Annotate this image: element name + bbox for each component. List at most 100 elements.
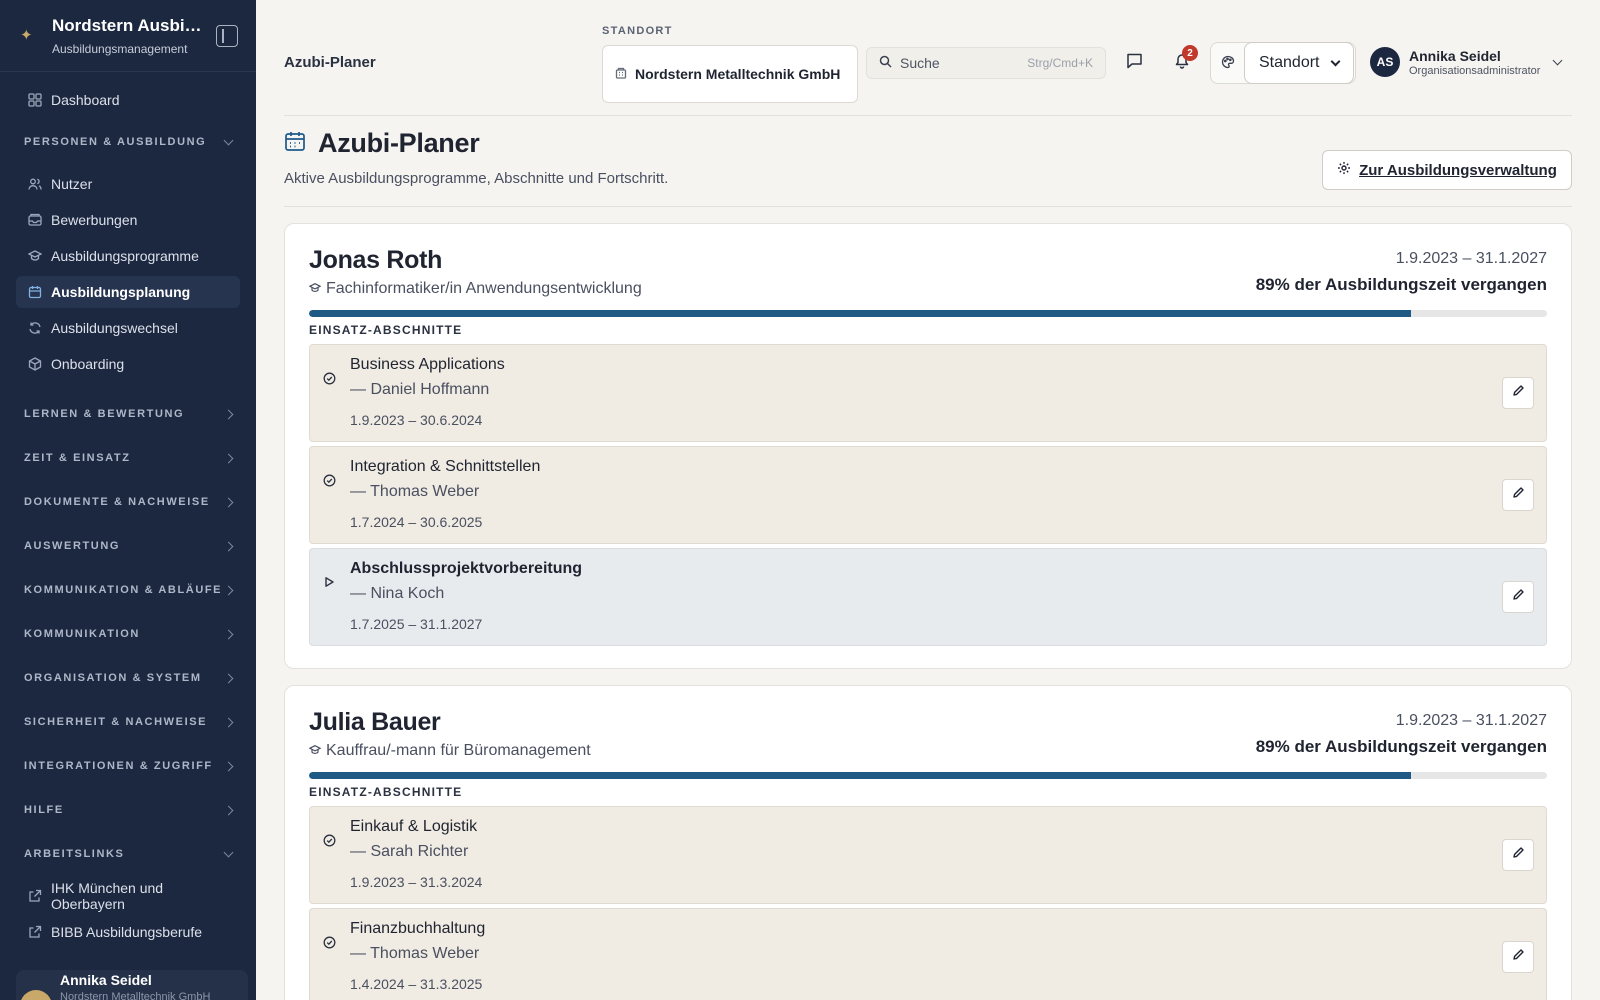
calendar-icon bbox=[28, 285, 42, 299]
sidebar-user-card[interactable]: AS Annika Seidel Nordstern Metalltechnik… bbox=[16, 970, 248, 1000]
sidebar-item-dashboard[interactable]: Dashboard bbox=[16, 84, 240, 116]
sparkle-logo-icon: ✦ bbox=[20, 26, 33, 44]
progress-bar-fill bbox=[309, 310, 1411, 317]
sidebar-item-nutzer[interactable]: Nutzer bbox=[16, 168, 240, 200]
sidebar-item-onboarding[interactable]: Onboarding bbox=[16, 348, 240, 380]
sidebar-item-label: Nutzer bbox=[51, 176, 93, 192]
trainee-progress-text: 89% der Ausbildungszeit vergangen bbox=[1255, 737, 1547, 756]
graduation-cap-icon bbox=[308, 282, 322, 297]
segment-item: Finanzbuchhaltung — Thomas Weber 1.4.202… bbox=[309, 908, 1547, 1000]
theme-select-value: Standort bbox=[1259, 54, 1320, 71]
sidebar-group-label: HILFE bbox=[24, 804, 64, 816]
gear-icon bbox=[1337, 161, 1351, 179]
standort-select[interactable]: Nordstern Metalltechnik GmbH bbox=[602, 45, 858, 103]
sidebar-group-auswertung[interactable]: AUSWERTUNG bbox=[16, 524, 240, 568]
sidebar-link-bibb[interactable]: BIBB Ausbildungsberufe bbox=[16, 916, 240, 948]
sidebar-group-integrationen[interactable]: INTEGRATIONEN & ZUGRIFF bbox=[16, 744, 240, 788]
avatar: AS bbox=[1370, 47, 1400, 77]
brand: ✦ Nordstern Ausbildungsakademie Ausbildu… bbox=[0, 0, 256, 72]
sidebar-group-dokumente[interactable]: DOKUMENTE & NACHWEISE bbox=[16, 480, 240, 524]
message-square-icon bbox=[1126, 52, 1143, 74]
sidebar-item-ausbildungsprogramme[interactable]: Ausbildungsprogramme bbox=[16, 240, 240, 272]
search-input[interactable]: Suche Strg/Cmd+K bbox=[866, 47, 1106, 79]
package-icon bbox=[28, 357, 42, 371]
segment-item: Integration & Schnittstellen — Thomas We… bbox=[309, 446, 1547, 544]
palette-icon bbox=[1221, 55, 1235, 74]
ausbildungsverwaltung-label: Zur Ausbildungsverwaltung bbox=[1359, 161, 1557, 179]
sidebar-link-ihk[interactable]: IHK München und Oberbayern bbox=[16, 880, 240, 912]
sidebar-group-zeit[interactable]: ZEIT & EINSATZ bbox=[16, 436, 240, 480]
sidebar-group-label: SICHERHEIT & NACHWEISE bbox=[24, 716, 208, 728]
external-link-icon bbox=[28, 925, 42, 939]
check-circle-icon bbox=[322, 935, 336, 949]
sidebar: ✦ Nordstern Ausbildungsakademie Ausbildu… bbox=[0, 0, 256, 1000]
theme-select[interactable]: Standort bbox=[1244, 42, 1354, 84]
chevron-right-icon bbox=[223, 805, 234, 815]
ausbildungsverwaltung-button[interactable]: Zur Ausbildungsverwaltung bbox=[1322, 150, 1572, 190]
edit-segment-button[interactable] bbox=[1502, 479, 1534, 511]
graduation-cap-icon bbox=[28, 249, 42, 263]
pencil-icon bbox=[1512, 948, 1525, 966]
sidebar-item-label: IHK München und Oberbayern bbox=[51, 880, 164, 912]
edit-segment-button[interactable] bbox=[1502, 581, 1534, 613]
play-icon bbox=[322, 575, 336, 589]
notifications-button[interactable]: 2 bbox=[1166, 45, 1198, 79]
sidebar-group-sicherheit[interactable]: SICHERHEIT & NACHWEISE bbox=[16, 700, 240, 744]
sidebar-group-personen[interactable]: PERSONEN & AUSBILDUNG bbox=[16, 120, 240, 164]
header-divider bbox=[284, 115, 1572, 116]
segment-mentor: — Thomas Weber bbox=[350, 483, 480, 500]
trainee-card: Julia Bauer Kauffrau/-mann für Büromanag… bbox=[284, 685, 1572, 1000]
sidebar-item-bewerbungen[interactable]: Bewerbungen bbox=[16, 204, 240, 236]
sidebar-item-label: BIBB Ausbildungsberufe bbox=[51, 924, 202, 940]
edit-segment-button[interactable] bbox=[1502, 941, 1534, 973]
trainee-dates: 1.9.2023 – 31.1.2027 bbox=[1395, 250, 1547, 267]
brand-title: Nordstern Ausbildungsakademie bbox=[52, 15, 202, 35]
inbox-icon bbox=[28, 213, 42, 227]
trainee-name: Jonas Roth bbox=[309, 246, 443, 274]
segment-item: Einkauf & Logistik — Sarah Richter 1.9.2… bbox=[309, 806, 1547, 904]
progress-bar bbox=[309, 310, 1547, 317]
edit-segment-button[interactable] bbox=[1502, 839, 1534, 871]
trainee-program: Fachinformatiker/in Anwendungsentwicklun… bbox=[308, 280, 642, 298]
sidebar-collapse-icon[interactable] bbox=[216, 24, 238, 47]
edit-segment-button[interactable] bbox=[1502, 377, 1534, 409]
calendar-icon bbox=[284, 130, 306, 157]
sidebar-group-organisation[interactable]: ORGANISATION & SYSTEM bbox=[16, 656, 240, 700]
segment-title: Integration & Schnittstellen bbox=[350, 458, 541, 475]
sidebar-group-arbeitslinks[interactable]: ARBEITSLINKS bbox=[16, 832, 240, 876]
sidebar-group-kommunikation[interactable]: KOMMUNIKATION bbox=[16, 612, 240, 656]
standort-value: Nordstern Metalltechnik GmbH bbox=[635, 66, 841, 82]
sidebar-item-label: Bewerbungen bbox=[51, 212, 138, 228]
segment-mentor: — Sarah Richter bbox=[350, 843, 469, 860]
pencil-icon bbox=[1512, 846, 1525, 864]
chevron-right-icon bbox=[223, 453, 234, 463]
page-title: Azubi-Planer bbox=[284, 128, 480, 159]
building-icon bbox=[615, 67, 627, 82]
check-circle-icon bbox=[322, 833, 336, 847]
avatar: AS bbox=[20, 990, 52, 1000]
sidebar-group-label: ARBEITSLINKS bbox=[24, 848, 125, 860]
progress-bar bbox=[309, 772, 1547, 779]
trainee-name: Julia Bauer bbox=[309, 708, 441, 736]
messages-button[interactable] bbox=[1118, 47, 1150, 79]
sidebar-item-ausbildungswechsel[interactable]: Ausbildungswechsel bbox=[16, 312, 240, 344]
trainee-dates: 1.9.2023 – 31.1.2027 bbox=[1395, 712, 1547, 729]
sidebar-group-kommunikation-ablaeufe[interactable]: KOMMUNIKATION & ABLÄUFE bbox=[16, 568, 240, 612]
search-placeholder: Suche bbox=[900, 55, 940, 71]
segment-dates: 1.7.2025 – 31.1.2027 bbox=[350, 616, 483, 632]
pencil-icon bbox=[1512, 384, 1525, 402]
sidebar-user-name: Annika Seidel bbox=[60, 972, 152, 988]
notification-badge: 2 bbox=[1182, 45, 1198, 61]
sidebar-item-label: Onboarding bbox=[51, 356, 125, 372]
segment-mentor: — Nina Koch bbox=[350, 585, 445, 602]
user-menu[interactable]: AS Annika Seidel Organisationsadministra… bbox=[1370, 47, 1563, 77]
segment-dates: 1.4.2024 – 31.3.2025 bbox=[350, 976, 483, 992]
sidebar-item-label: Ausbildungsprogramme bbox=[51, 248, 199, 264]
sidebar-group-lernen[interactable]: LERNEN & BEWERTUNG bbox=[16, 392, 240, 436]
segment-dates: 1.9.2023 – 30.6.2024 bbox=[350, 412, 483, 428]
sidebar-item-label: Dashboard bbox=[51, 92, 120, 108]
sidebar-group-hilfe[interactable]: HILFE bbox=[16, 788, 240, 832]
segments-heading: EINSATZ-ABSCHNITTE bbox=[309, 785, 463, 799]
breadcrumb: Azubi-Planer bbox=[284, 54, 376, 71]
sidebar-item-ausbildungsplanung[interactable]: Ausbildungsplanung bbox=[16, 276, 240, 308]
